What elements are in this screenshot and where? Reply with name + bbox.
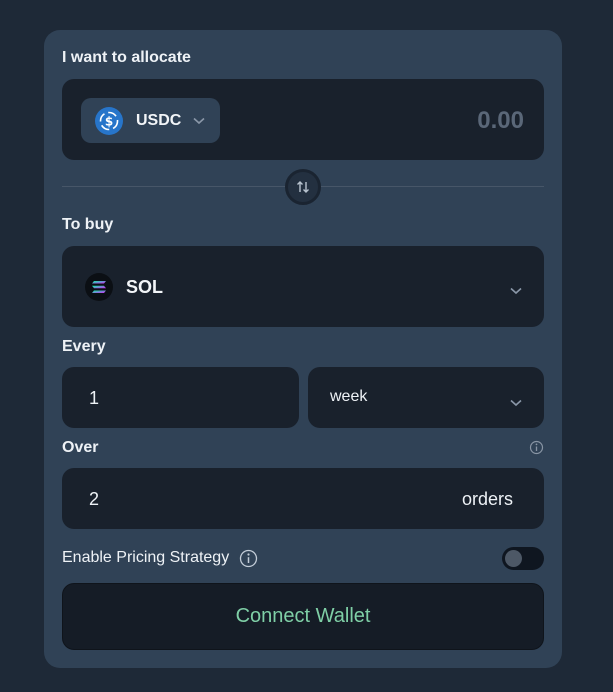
chevron-down-icon [193,112,205,130]
toggle-knob [505,550,522,567]
buy-label: To buy [62,216,114,233]
swap-arrows-icon[interactable] [285,169,321,205]
every-value: 1 [89,388,100,408]
every-unit-select[interactable]: week [308,367,544,428]
usdc-icon: $ [95,106,123,135]
allocate-amount-input[interactable]: 0.00 [477,107,524,135]
allocate-token-label: USDC [136,111,182,129]
over-value: 2 [89,489,100,509]
buy-token-select[interactable]: SOL [62,246,544,327]
pricing-strategy-toggle[interactable] [502,547,544,570]
solana-icon [85,273,113,301]
over-label: Over [62,439,99,456]
chevron-down-icon [510,282,522,300]
dca-card: I want to allocate $ USDC 0.00 To buy SO… [44,30,562,668]
connect-wallet-button[interactable]: Connect Wallet [62,583,544,650]
every-value-input[interactable]: 1 [62,367,299,428]
buy-token-label: SOL [126,277,164,297]
allocate-input-box: $ USDC 0.00 [62,79,544,160]
chevron-down-icon [510,394,522,412]
allocate-label: I want to allocate [62,49,191,66]
over-value-input[interactable]: 2 orders [62,468,544,529]
info-icon[interactable] [239,549,258,573]
over-suffix: orders [461,489,513,509]
every-label: Every [62,338,106,355]
every-unit: week [330,388,368,405]
token-select-usdc[interactable]: $ USDC [81,98,220,143]
info-icon[interactable] [529,440,544,460]
pricing-strategy-label: Enable Pricing Strategy [62,549,230,566]
svg-text:$: $ [105,114,113,128]
